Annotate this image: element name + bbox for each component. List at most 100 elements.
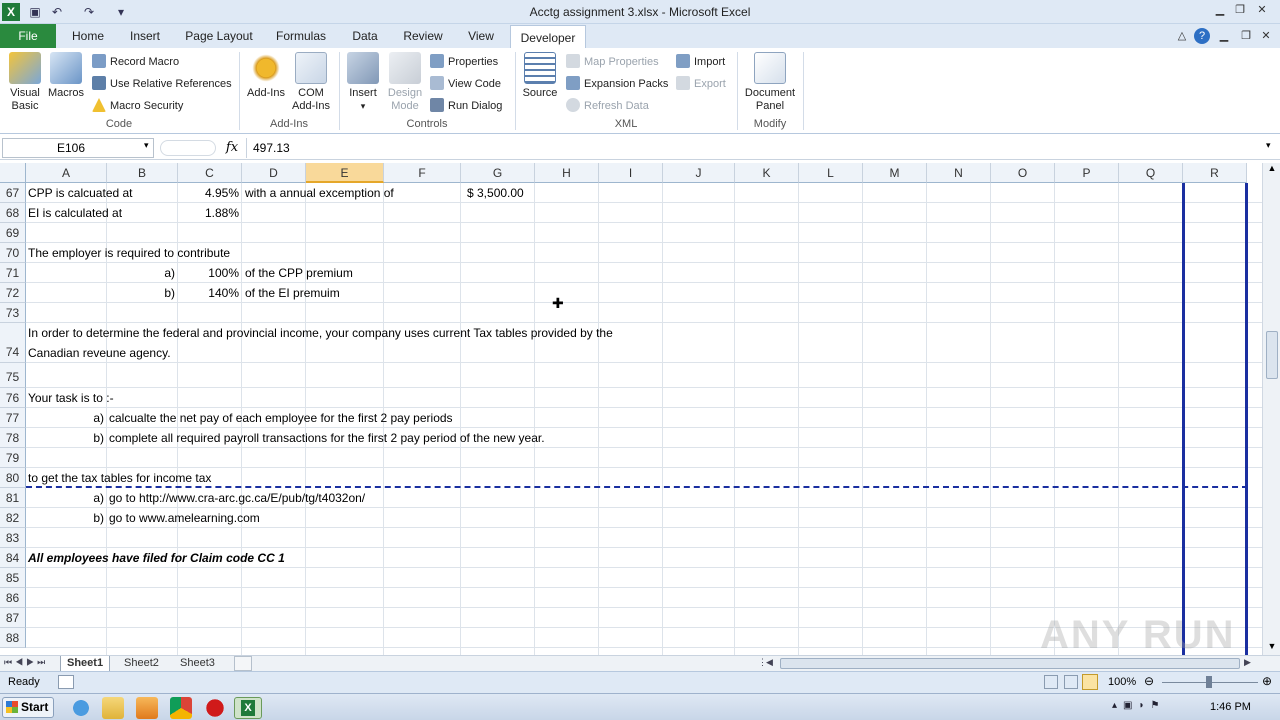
sheet-tab-sheet1[interactable]: Sheet1	[60, 656, 111, 672]
relative-references-button[interactable]: Use Relative References	[92, 75, 232, 93]
page-layout-view-icon[interactable]	[1064, 675, 1078, 689]
tab-home[interactable]: Home	[64, 24, 112, 48]
start-button[interactable]: Start	[2, 697, 54, 718]
column-header[interactable]: H	[535, 163, 599, 183]
tab-view[interactable]: View	[458, 24, 504, 48]
insert-sheet-icon[interactable]	[234, 656, 252, 671]
tab-data[interactable]: Data	[342, 24, 388, 48]
column-header[interactable]: Q	[1119, 163, 1183, 183]
macro-record-icon[interactable]	[58, 675, 74, 689]
sheet-tab-sheet3[interactable]: Sheet3	[174, 656, 221, 672]
column-header[interactable]: D	[242, 163, 306, 183]
select-all-corner[interactable]	[0, 163, 26, 183]
column-header[interactable]: J	[663, 163, 735, 183]
folder-icon[interactable]	[102, 697, 124, 719]
scroll-up-icon[interactable]: ▲	[1265, 163, 1279, 177]
normal-view-icon[interactable]	[1044, 675, 1058, 689]
zoom-level[interactable]: 100%	[1108, 676, 1136, 688]
tab-formulas[interactable]: Formulas	[268, 24, 334, 48]
horizontal-scroll-thumb[interactable]	[780, 658, 1240, 669]
properties-button[interactable]: Properties	[430, 53, 498, 71]
media-player-icon[interactable]	[136, 697, 158, 719]
workbook-minimize-icon[interactable]: ▁	[1216, 28, 1232, 44]
scroll-left-icon[interactable]: ◀	[766, 657, 773, 668]
system-tray-icons[interactable]: ▴▣◗⚑	[1112, 700, 1165, 711]
row-header[interactable]: 87	[0, 608, 26, 628]
macros-button[interactable]: Macros	[46, 52, 86, 100]
cell-a68[interactable]: EI is calculated at	[28, 203, 122, 223]
minimize-icon[interactable]: ▁	[1212, 2, 1228, 18]
export-button[interactable]: Export	[676, 75, 726, 93]
row-header[interactable]: 86	[0, 588, 26, 608]
column-header[interactable]: P	[1055, 163, 1119, 183]
column-header[interactable]: A	[26, 163, 107, 183]
cell-b71[interactable]: a)	[107, 263, 175, 283]
excel-taskbar-button[interactable]: X	[234, 697, 262, 719]
clock[interactable]: 1:46 PM	[1210, 701, 1251, 713]
row-header[interactable]: 81	[0, 488, 26, 508]
cell-g67[interactable]: $ 3,500.00	[467, 183, 524, 203]
vertical-scroll-thumb[interactable]	[1266, 331, 1278, 379]
row-header[interactable]: 73	[0, 303, 26, 323]
column-header[interactable]: L	[799, 163, 863, 183]
column-header[interactable]: C	[178, 163, 242, 183]
cell-b78[interactable]: b)	[50, 428, 104, 448]
column-header[interactable]: B	[107, 163, 178, 183]
cell-c82[interactable]: go to www.amelearning.com	[109, 508, 260, 528]
cell-a74-line2[interactable]: Canadian reveune agency.	[28, 343, 171, 363]
row-header[interactable]: 85	[0, 568, 26, 588]
worksheet-grid[interactable]: A B C D E F G H I J K L M N O P Q R 67 6…	[0, 163, 1264, 655]
cell-a74-line1[interactable]: In order to determine the federal and pr…	[28, 323, 613, 343]
cell-b81[interactable]: a)	[50, 488, 104, 508]
internet-explorer-icon[interactable]	[70, 697, 92, 719]
insert-control-button[interactable]: Insert ▾	[344, 52, 382, 113]
zoom-slider-thumb[interactable]	[1206, 676, 1212, 688]
row-header[interactable]: 79	[0, 448, 26, 468]
map-properties-button[interactable]: Map Properties	[566, 53, 659, 71]
insert-function-button[interactable]: fx	[222, 138, 242, 158]
column-header[interactable]: N	[927, 163, 991, 183]
record-macro-button[interactable]: Record Macro	[92, 53, 179, 71]
import-button[interactable]: Import	[676, 53, 725, 71]
workbook-restore-icon[interactable]: ❐	[1238, 28, 1254, 44]
cell-c81[interactable]: go to http://www.cra-arc.gc.ca/E/pub/tg/…	[109, 488, 365, 508]
sheet-nav-icons[interactable]: ⏮◀▶⏭	[4, 657, 48, 668]
row-header[interactable]: 83	[0, 528, 26, 548]
row-header[interactable]: 69	[0, 223, 26, 243]
cell-a80[interactable]: to get the tax tables for income tax	[28, 468, 211, 488]
column-header[interactable]: R	[1183, 163, 1247, 183]
cell-b82[interactable]: b)	[50, 508, 104, 528]
row-header[interactable]: 78	[0, 428, 26, 448]
cell-c71[interactable]: 100%	[178, 263, 239, 283]
vertical-scrollbar[interactable]: ▲ ▼	[1262, 163, 1280, 655]
column-header[interactable]: F	[384, 163, 461, 183]
row-header[interactable]: 76	[0, 388, 26, 408]
page-break-view-icon[interactable]	[1082, 674, 1098, 690]
name-box-dropdown-icon[interactable]: ▾	[144, 140, 149, 151]
help-icon[interactable]: ?	[1194, 28, 1210, 44]
tab-file[interactable]: File	[0, 24, 56, 48]
cell-d71[interactable]: of the CPP premium	[245, 263, 353, 283]
scroll-down-icon[interactable]: ▼	[1265, 641, 1279, 655]
refresh-data-button[interactable]: Refresh Data	[566, 97, 649, 115]
view-code-button[interactable]: View Code	[430, 75, 501, 93]
cell-a70[interactable]: The employer is required to contribute	[28, 243, 230, 263]
row-header[interactable]: 68	[0, 203, 26, 223]
row-header[interactable]: 88	[0, 628, 26, 648]
tab-developer[interactable]: Developer	[510, 25, 586, 49]
column-header[interactable]: K	[735, 163, 799, 183]
expand-formula-bar-icon[interactable]: ▾	[1266, 140, 1271, 151]
run-dialog-button[interactable]: Run Dialog	[430, 97, 502, 115]
tab-review[interactable]: Review	[396, 24, 450, 48]
row-header[interactable]: 70	[0, 243, 26, 263]
row-header[interactable]: 75	[0, 363, 26, 388]
row-header[interactable]: 84	[0, 548, 26, 568]
cell-a84[interactable]: All employees have filed for Claim code …	[28, 548, 285, 568]
cell-c67[interactable]: 4.95%	[178, 183, 239, 203]
row-header[interactable]: 67	[0, 183, 26, 203]
add-ins-button[interactable]: Add-Ins	[244, 52, 288, 100]
column-header-selected[interactable]: E	[306, 163, 384, 183]
close-icon[interactable]: ✕	[1254, 2, 1270, 18]
column-header[interactable]: I	[599, 163, 663, 183]
expansion-packs-button[interactable]: Expansion Packs	[566, 75, 668, 93]
